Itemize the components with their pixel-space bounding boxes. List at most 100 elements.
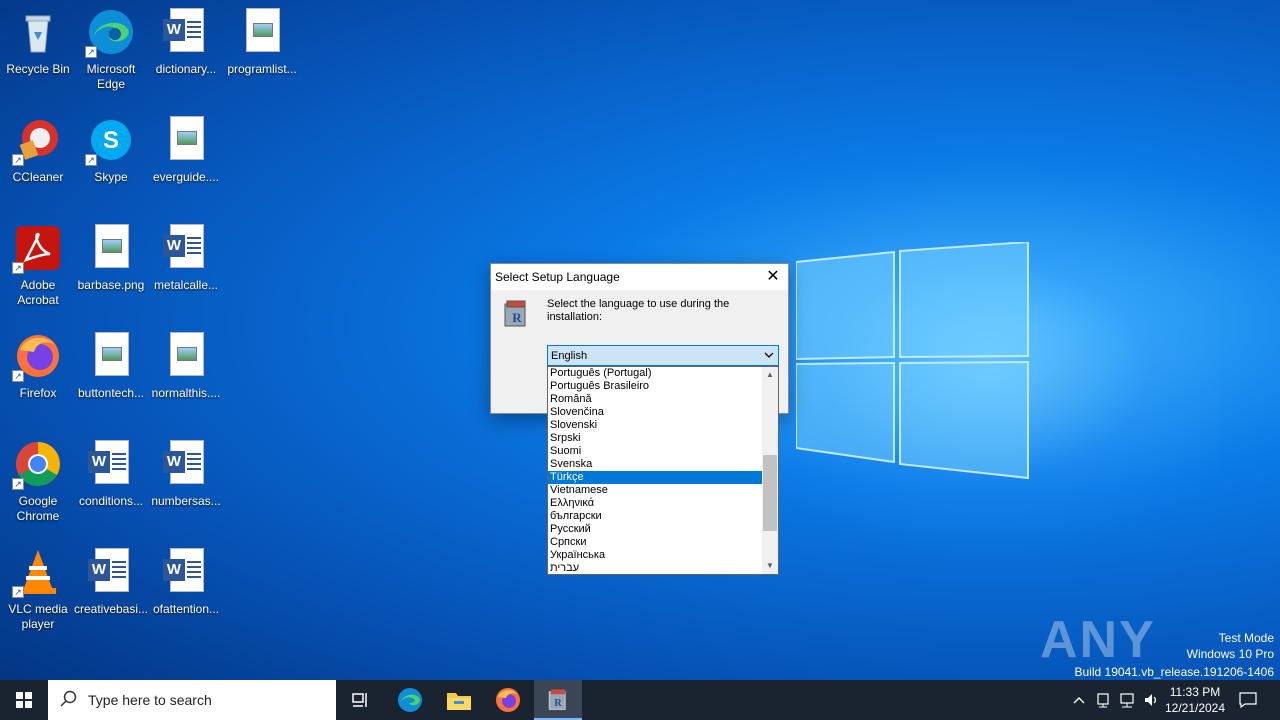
os-edition-text: Windows 10 Pro (1186, 647, 1274, 661)
language-option[interactable]: Vietnamese (548, 484, 763, 497)
clock-time: 11:33 PM (1169, 685, 1221, 699)
shortcut-arrow-icon: ↗ (12, 370, 24, 382)
desktop-icon-skype[interactable]: S ↗ Skype (73, 116, 149, 185)
shortcut-arrow-icon: ↗ (12, 262, 24, 274)
taskbar: Type here to search R 11:33 PM 12/21/202… (0, 680, 1280, 720)
setup-installer-icon: R (548, 689, 566, 710)
language-option[interactable]: Slovenčina (548, 406, 763, 419)
desktop-icon-vlc[interactable]: ↗ VLC media player (0, 548, 76, 632)
tray-device-button[interactable] (1092, 680, 1114, 720)
language-option[interactable]: български (548, 510, 763, 523)
windows-start-icon (16, 692, 32, 708)
tray-network-button[interactable] (1116, 680, 1138, 720)
search-placeholder: Type here to search (88, 692, 212, 708)
icon-label: metalcalle... (153, 278, 219, 292)
svg-text:R: R (554, 698, 562, 709)
desktop-icon-numbersas[interactable]: W numbersas... (148, 440, 224, 509)
word-document-icon: W (163, 224, 204, 268)
language-option[interactable]: Українська (548, 549, 763, 562)
desktop-icon-adobe-acrobat[interactable]: ↗ Adobe Acrobat (0, 224, 76, 308)
image-file-icon (95, 224, 129, 268)
desktop-icon-microsoft-edge[interactable]: ↗ Microsoft Edge (73, 8, 149, 92)
icon-label: Skype (94, 170, 128, 184)
dialog-titlebar[interactable]: Select Setup Language ✕ (491, 264, 788, 290)
word-document-icon: W (88, 440, 129, 484)
desktop-icon-barbase[interactable]: barbase.png (73, 224, 149, 293)
image-file-icon (170, 332, 204, 376)
image-file-icon (246, 8, 280, 52)
chevron-down-icon[interactable] (763, 349, 775, 361)
language-option[interactable]: Română (548, 393, 763, 406)
desktop-icon-everguide[interactable]: everguide.... (148, 116, 224, 185)
build-text: Build 19041.vb_release.191206-1406 (1074, 665, 1275, 679)
taskbar-firefox-button[interactable] (484, 680, 532, 720)
task-view-icon (352, 693, 367, 707)
desktop-icon-google-chrome[interactable]: ↗ Google Chrome (0, 440, 76, 524)
desktop-icon-dictionary[interactable]: W dictionary... (148, 8, 224, 77)
clock-date: 12/21/2024 (1164, 701, 1226, 715)
language-option[interactable]: Português Brasileiro (548, 380, 763, 393)
shortcut-arrow-icon: ↗ (85, 154, 97, 166)
show-hidden-icons-button[interactable] (1068, 680, 1090, 720)
language-dropdown-list[interactable]: Português (Portugal) Português Brasileiro… (547, 366, 779, 575)
scroll-up-icon[interactable]: ▲ (762, 367, 778, 383)
desktop-icon-programlist[interactable]: programlist... (224, 8, 300, 77)
language-option[interactable]: Ελληνικά (548, 497, 763, 510)
dropdown-scrollbar[interactable]: ▲ ▼ (762, 367, 778, 574)
volume-icon (1145, 694, 1157, 706)
dialog-title: Select Setup Language (495, 270, 620, 284)
start-button[interactable] (0, 680, 48, 720)
task-view-button[interactable] (336, 680, 384, 720)
language-option[interactable]: Türkçe (548, 471, 763, 484)
language-select[interactable]: English (547, 345, 779, 366)
close-button[interactable]: ✕ (758, 264, 788, 290)
edge-icon (398, 688, 422, 712)
shortcut-arrow-icon: ↗ (12, 154, 24, 166)
action-center-button[interactable] (1236, 680, 1260, 720)
language-option[interactable]: Slovenski (548, 419, 763, 432)
taskbar-setup-button[interactable]: R (534, 680, 582, 720)
language-option[interactable]: Русский (548, 523, 763, 536)
shortcut-arrow-icon: ↗ (85, 46, 97, 58)
desktop-icon-conditions[interactable]: W conditions... (73, 440, 149, 509)
desktop-icon-creativebasi[interactable]: W creativebasi... (73, 548, 149, 617)
desktop-icon-ofattention[interactable]: W ofattention... (148, 548, 224, 617)
taskbar-clock[interactable]: 11:33 PM 12/21/2024 (1160, 684, 1230, 716)
icon-label: normalthis.... (151, 386, 221, 400)
language-select-value: English (551, 350, 588, 362)
icon-label: buttontech... (77, 386, 145, 400)
svg-text:R: R (512, 310, 522, 325)
icon-label: CCleaner (12, 170, 64, 184)
desktop-icon-metalcalle[interactable]: W metalcalle... (148, 224, 224, 293)
language-option[interactable]: Suomi (548, 445, 763, 458)
tray-volume-button[interactable] (1140, 680, 1162, 720)
notification-icon (1239, 692, 1257, 708)
icon-label: Google Chrome (16, 494, 60, 523)
taskbar-file-explorer-button[interactable] (435, 680, 483, 720)
taskbar-edge-button[interactable] (386, 680, 434, 720)
desktop-icon-recycle-bin[interactable]: Recycle Bin (0, 8, 76, 77)
icon-label: programlist... (227, 62, 297, 76)
shortcut-arrow-icon: ↗ (12, 586, 24, 598)
desktop-icon-firefox[interactable]: ↗ Firefox (0, 332, 76, 401)
scroll-down-icon[interactable]: ▼ (762, 558, 778, 574)
desktop-icon-buttontech[interactable]: buttontech... (73, 332, 149, 401)
language-option[interactable]: Српски (548, 536, 763, 549)
language-option[interactable]: Srpski (548, 432, 763, 445)
word-document-icon: W (163, 8, 204, 52)
word-document-icon: W (163, 548, 204, 592)
taskbar-search-box[interactable]: Type here to search (48, 680, 336, 720)
scrollbar-thumb[interactable] (763, 455, 777, 531)
search-icon (60, 690, 77, 707)
desktop-icon-normalthis[interactable]: normalthis.... (148, 332, 224, 401)
icon-label: Adobe Acrobat (17, 278, 59, 307)
language-option[interactable]: עברית (548, 562, 763, 574)
language-option[interactable]: Português (Portugal) (548, 367, 763, 380)
folder-icon (447, 693, 471, 710)
desktop-icon-ccleaner[interactable]: ↗ CCleaner (0, 116, 76, 185)
icon-label: Firefox (19, 386, 57, 400)
language-option[interactable]: Svenska (548, 458, 763, 471)
shortcut-arrow-icon: ↗ (12, 478, 24, 490)
setup-installer-icon: R (504, 300, 526, 327)
icon-label: dictionary... (155, 62, 217, 76)
